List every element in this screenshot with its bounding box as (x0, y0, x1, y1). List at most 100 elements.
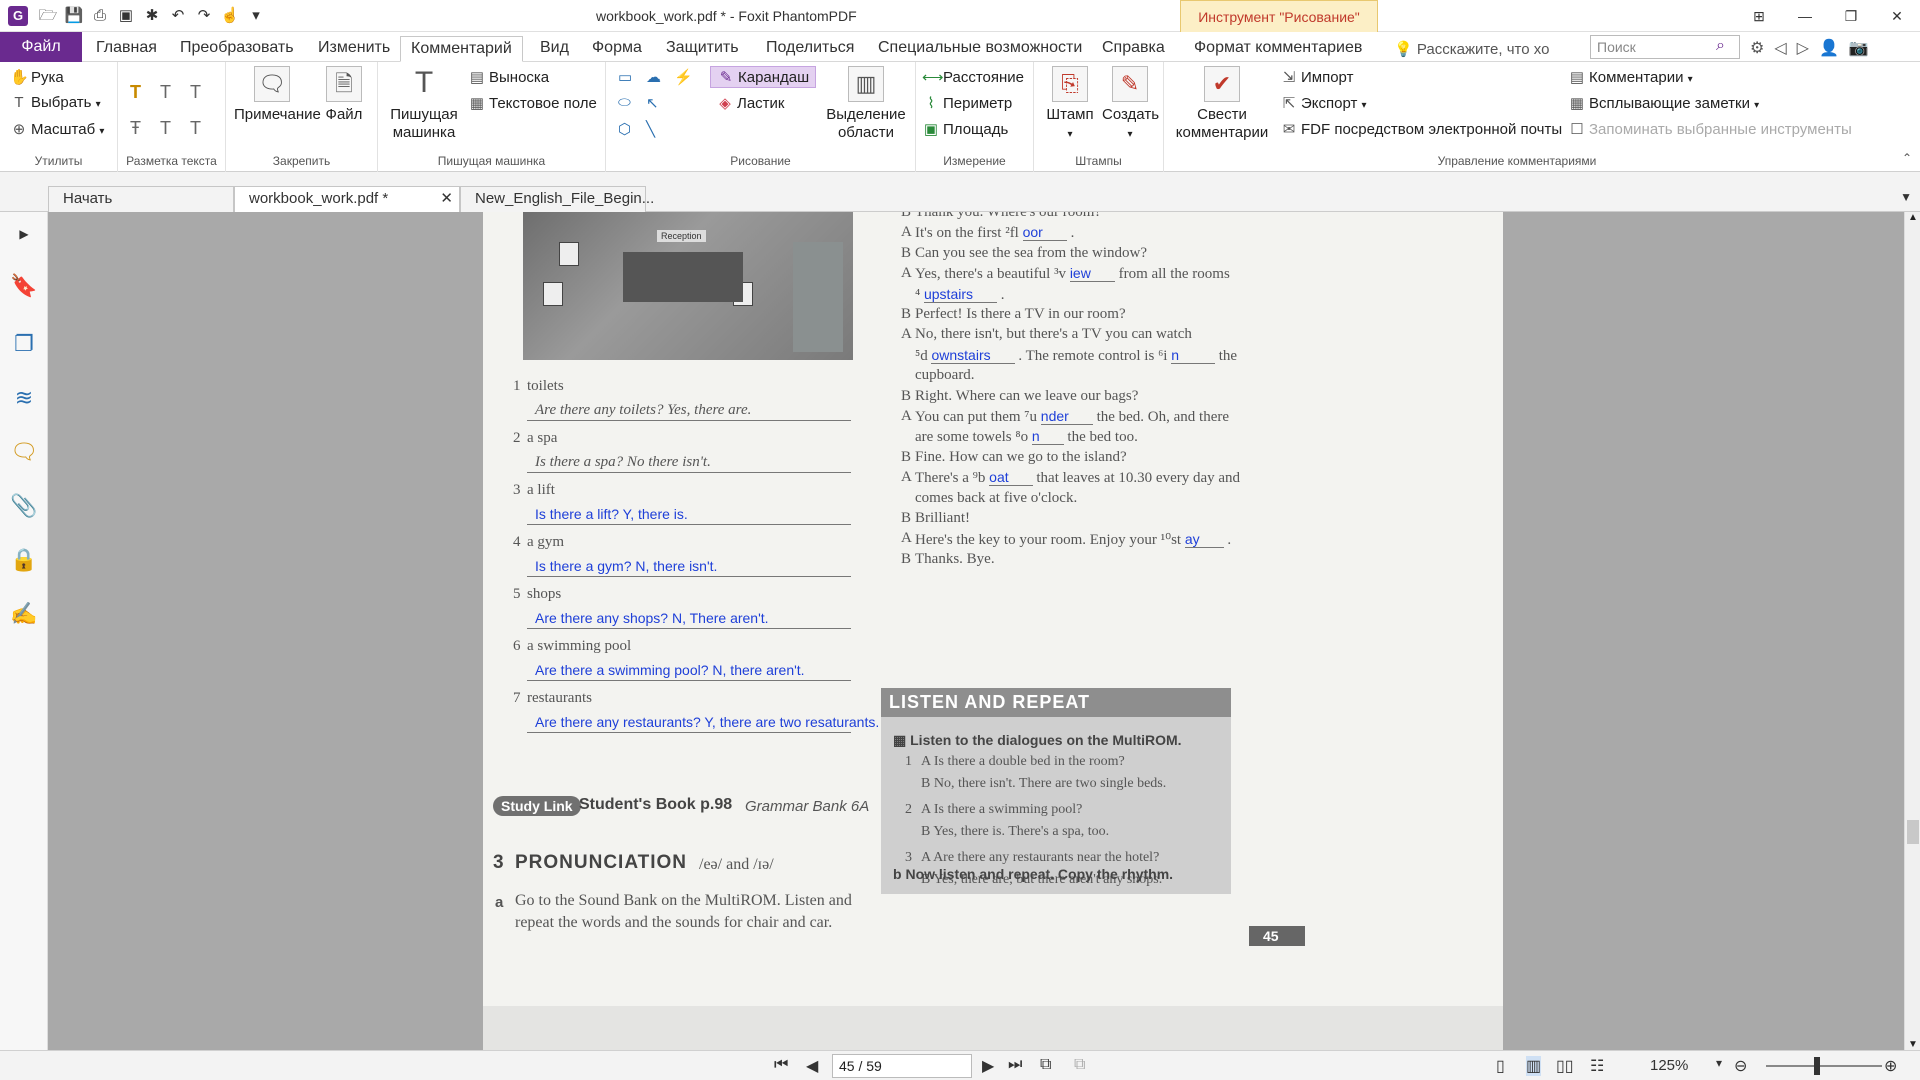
distance-tool[interactable]: ⟷Расстояние (922, 68, 1024, 86)
underline-text-icon[interactable]: T (190, 82, 201, 103)
dialogue-answer[interactable]: oor (1022, 224, 1067, 242)
comments-panel-icon[interactable]: 🗨 (10, 438, 38, 466)
import-button[interactable]: ⇲ Импорт (1280, 68, 1354, 86)
layers-icon[interactable]: ≋ (10, 384, 38, 412)
tab-list-icon[interactable]: ▼ (1900, 190, 1912, 204)
scroll-thumb[interactable] (1907, 820, 1919, 844)
typewriter-button[interactable]: T Пишущая машинка (384, 66, 464, 142)
popup-notes-dropdown[interactable]: ▦ Всплывающие заметки ▾ (1568, 94, 1759, 112)
print-icon[interactable]: ⎙ (90, 6, 110, 26)
tab-workbook[interactable]: workbook_work.pdf * ✕ (234, 186, 460, 212)
area-tool[interactable]: ▣ Площадь (922, 120, 1008, 138)
dialogue-answer[interactable]: iew (1069, 265, 1115, 283)
rectangle-icon[interactable]: ▭ (618, 68, 632, 86)
customize-qat-icon[interactable]: ▾ (246, 6, 266, 26)
comments-dropdown[interactable]: ▤ Комментарии ▾ (1568, 68, 1693, 86)
export-button[interactable]: ⇱ Экспорт ▾ (1280, 94, 1367, 112)
single-page-icon[interactable]: ▯ (1496, 1056, 1505, 1076)
dialogue-answer[interactable]: nder (1040, 408, 1093, 425)
zoom-slider-thumb[interactable] (1814, 1057, 1820, 1075)
next-page-icon[interactable]: ▶ (982, 1056, 994, 1076)
first-page-icon[interactable]: ⏮ (774, 1056, 788, 1074)
replace-text-icon[interactable]: T (160, 118, 171, 139)
exercise-item-answer[interactable]: Is there a gym? N, there isn't. (535, 558, 717, 574)
next-view-icon[interactable]: ⧉ (1074, 1056, 1085, 1074)
forward-icon[interactable]: ▷ (1797, 38, 1809, 58)
tell-me-box[interactable]: 💡 Расскажите, что хо (1394, 40, 1549, 58)
pencil-tool[interactable]: ✎ Карандаш (710, 66, 817, 88)
tab-comment-format[interactable]: Формат комментариев (1184, 36, 1372, 62)
stamp-button[interactable]: ⎘ Штамп ▾ (1042, 66, 1098, 144)
last-page-icon[interactable]: ⏭ (1008, 1056, 1022, 1074)
pages-icon[interactable]: ❐ (10, 330, 38, 358)
dialogue-answer[interactable]: oat (989, 469, 1033, 487)
tab-start[interactable]: Начать (48, 186, 234, 212)
vertical-scrollbar[interactable]: ▲ ▼ (1904, 212, 1920, 1050)
line-icon[interactable]: ╲ (646, 120, 655, 138)
hand-tool-icon[interactable]: ☝ (220, 6, 240, 26)
cloud-icon[interactable]: ☁ (646, 68, 661, 86)
zoom-dropdown-icon[interactable]: ▾ (1716, 1056, 1722, 1070)
tab-new-english-file[interactable]: New_English_File_Begin... (460, 186, 654, 212)
exercise-item-answer[interactable]: Are there any shops? N, There aren't. (535, 610, 769, 626)
tab-edit[interactable]: Изменить (308, 36, 400, 62)
ribbon-display-icon[interactable]: ⊞ (1736, 0, 1782, 32)
polyline-icon[interactable]: ⚡ (674, 68, 693, 86)
textbox-tool[interactable]: ▦ Текстовое поле (468, 94, 597, 112)
ellipse-icon[interactable]: ⬭ (618, 94, 631, 111)
area-highlight-button[interactable]: ▥ Выделение области (822, 66, 910, 142)
minimize-button[interactable]: — (1782, 0, 1828, 32)
zoom-tool[interactable]: ⊕ Масштаб ▾ (10, 120, 105, 138)
zoom-level[interactable]: 125% (1650, 1057, 1688, 1074)
scroll-down-icon[interactable]: ▼ (1908, 1039, 1918, 1050)
remember-tools-checkbox[interactable]: ☐ Запоминать выбранные инструменты (1568, 120, 1851, 138)
tab-help[interactable]: Справка (1092, 36, 1175, 62)
tab-protect[interactable]: Защитить (656, 36, 749, 62)
strikeout-text-icon[interactable]: Ŧ (130, 118, 141, 139)
dialogue-answer[interactable]: ay (1184, 531, 1224, 549)
app-icon[interactable]: G (8, 6, 28, 26)
close-tab-icon[interactable]: ✕ (440, 187, 453, 211)
snapshot-icon[interactable]: 📷 (1849, 38, 1869, 58)
tab-file[interactable]: Файл (0, 32, 82, 62)
prev-page-icon[interactable]: ◀ (806, 1056, 818, 1076)
arrow-icon[interactable]: ↖ (646, 94, 659, 112)
perimeter-tool[interactable]: ⌇ Периметр (922, 94, 1012, 112)
undo-icon[interactable]: ↶ (168, 6, 188, 26)
search-icon[interactable]: ⌕ (1716, 37, 1725, 55)
open-icon[interactable]: 🗁 (38, 6, 58, 26)
tab-home[interactable]: Главная (86, 36, 167, 62)
back-icon[interactable]: ◁ (1774, 38, 1786, 58)
tab-comment[interactable]: Комментарий (400, 36, 523, 62)
create-icon[interactable]: ✱ (142, 6, 162, 26)
squiggly-text-icon[interactable]: T (160, 82, 171, 103)
restore-button[interactable]: ❐ (1828, 0, 1874, 32)
continuous-facing-icon[interactable]: ☷ (1590, 1056, 1604, 1076)
bookmark-icon[interactable]: 🔖 (10, 272, 38, 300)
new-icon[interactable]: ▣ (116, 6, 136, 26)
close-button[interactable]: ✕ (1874, 0, 1920, 32)
security-icon[interactable]: 🔒 (10, 546, 38, 574)
insert-text-icon[interactable]: T (190, 118, 201, 139)
tab-form[interactable]: Форма (582, 36, 652, 62)
dialogue-answer[interactable]: upstairs (923, 285, 998, 303)
zoom-in-icon[interactable]: ⊕ (1884, 1056, 1897, 1076)
zoom-slider[interactable] (1766, 1065, 1882, 1067)
highlight-text-icon[interactable]: T (130, 82, 141, 103)
facing-page-icon[interactable]: ▯▯ (1556, 1056, 1574, 1076)
dialogue-answer[interactable]: n (1031, 428, 1064, 446)
continuous-page-icon[interactable]: ▥ (1526, 1056, 1542, 1076)
tab-accessibility[interactable]: Специальные возможности (868, 36, 1092, 62)
settings-icon[interactable]: ⚙ (1750, 38, 1764, 58)
save-icon[interactable]: 💾 (64, 6, 84, 26)
exercise-item-answer[interactable]: Is there a lift? Y, there is. (535, 506, 688, 522)
polygon-icon[interactable]: ⬡ (618, 120, 631, 138)
expand-panel-icon[interactable]: ▶ (10, 220, 38, 248)
exercise-item-answer[interactable]: Are there a swimming pool? N, there aren… (535, 662, 805, 678)
dialogue-answer[interactable]: ownstairs (931, 346, 1015, 364)
create-stamp-button[interactable]: ✎ Создать ▾ (1102, 66, 1159, 144)
select-tool[interactable]: T Выбрать ▾ (10, 94, 100, 111)
tab-share[interactable]: Поделиться (756, 36, 864, 62)
file-attach-button[interactable]: 🗎 Файл (318, 66, 370, 124)
user-icon[interactable]: 👤 (1819, 38, 1839, 58)
